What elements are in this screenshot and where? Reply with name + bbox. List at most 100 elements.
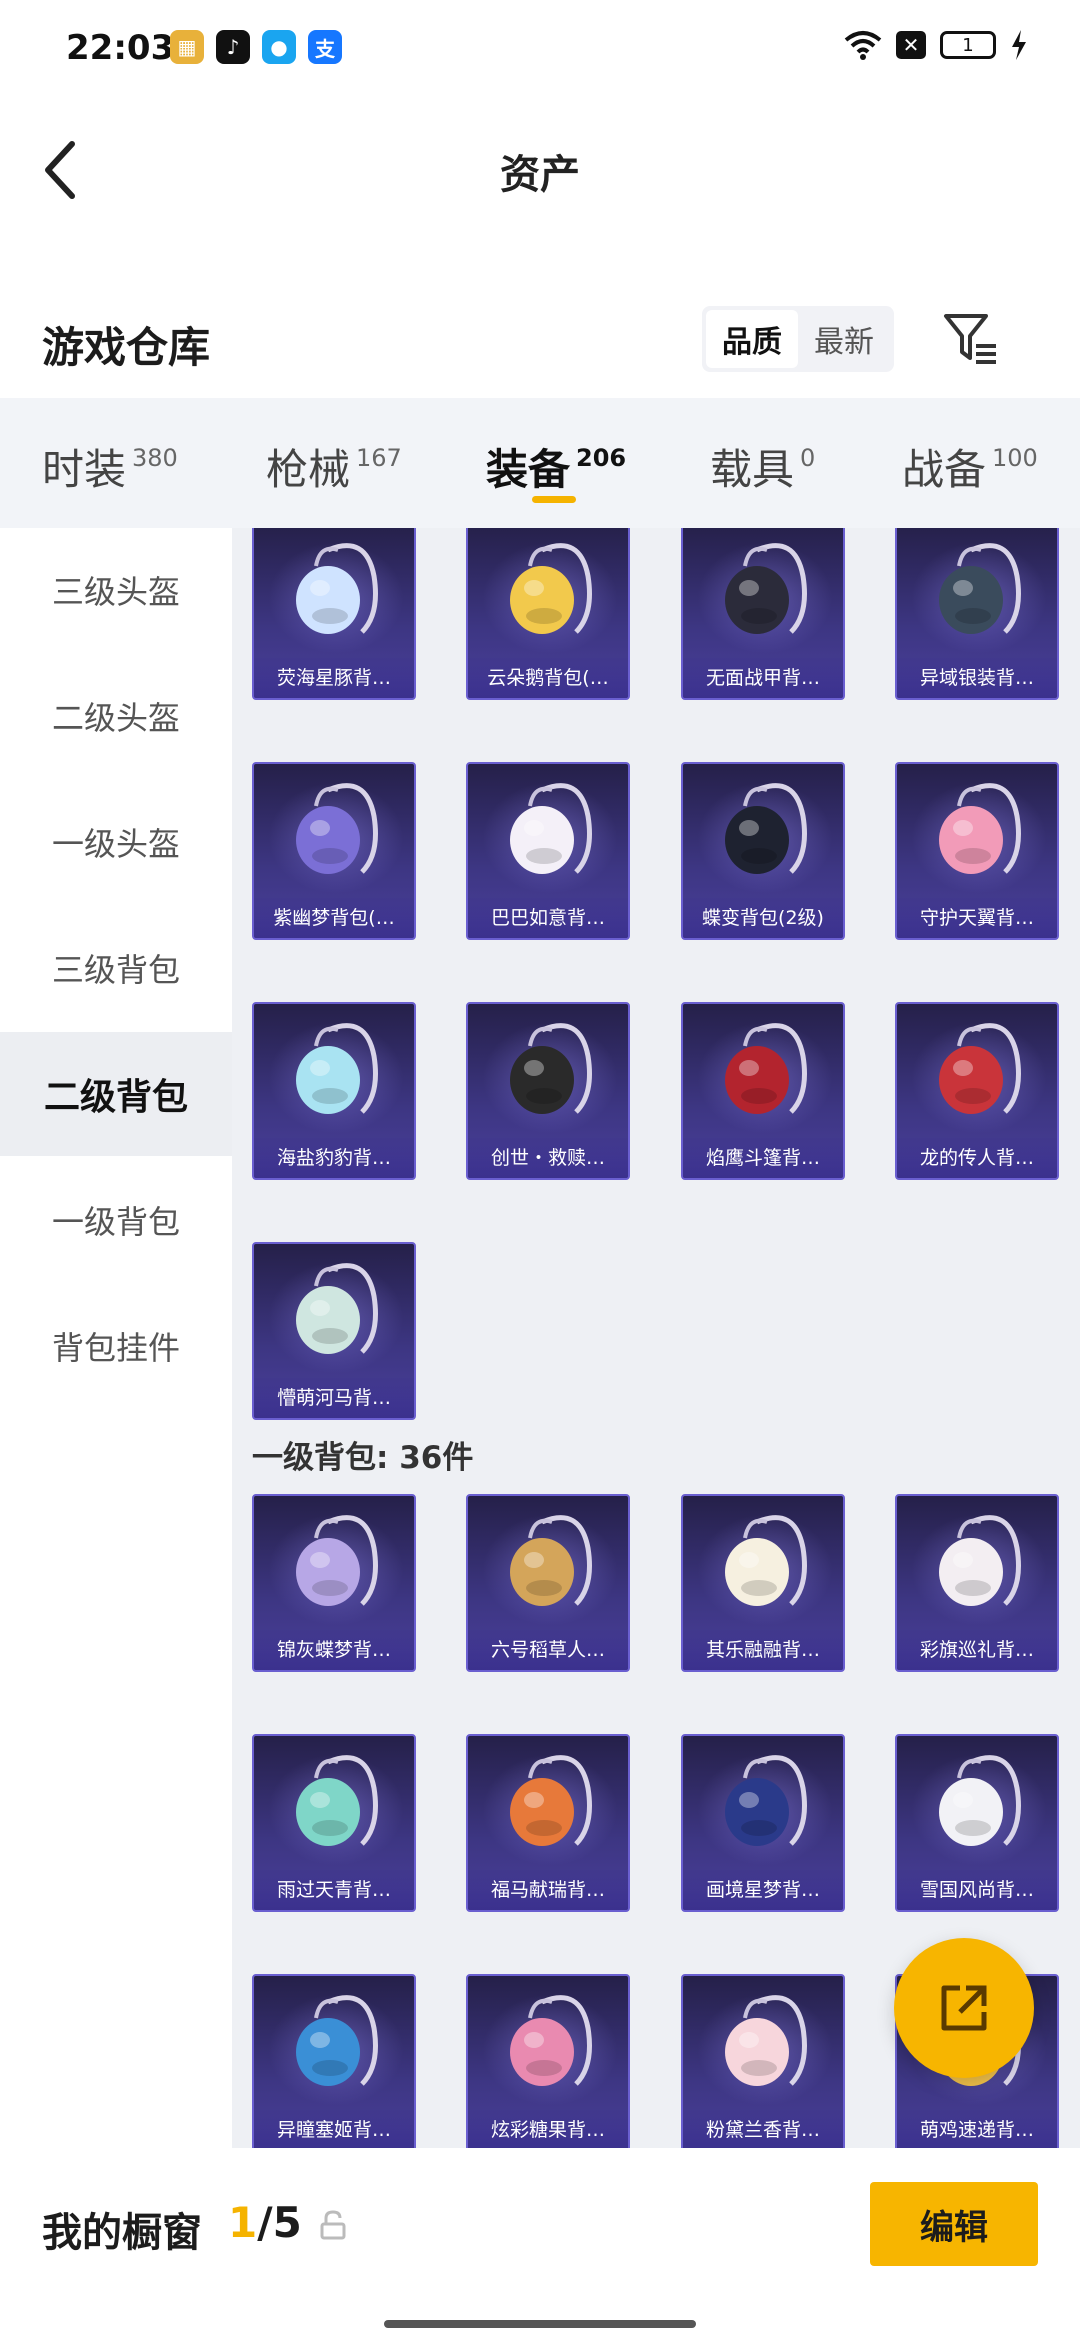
showcase-bar: 我的橱窗 1/5 编辑 [0,2148,1080,2340]
item-card[interactable]: 无面战甲背… [681,528,845,700]
item-name: 六号稻草人… [468,1630,628,1670]
tab-supplies[interactable]: 战备 100 [902,436,1038,497]
item-card[interactable]: 彩旗巡礼背… [895,1494,1059,1672]
tab-label: 枪械 [266,445,351,494]
wifi-icon [844,31,882,60]
item-name: 守护天翼背… [897,898,1057,938]
page-title: 资产 [500,152,580,198]
item-name: 彩旗巡礼背… [897,1630,1057,1670]
item-card[interactable]: 雪国风尚背… [895,1734,1059,1912]
system-icons: ✕ 1 [844,30,1028,60]
sidebar-item-backpack-3[interactable]: 三级背包 [0,906,232,1030]
item-card[interactable]: 海盐豹豹背… [252,1002,416,1180]
item-card[interactable]: 蝶变背包(2级) [681,762,845,940]
item-name: 云朵鹅背包(… [468,658,628,698]
backpack-icon [939,543,1021,634]
item-name: 无面战甲背… [683,658,843,698]
item-card[interactable]: 龙的传人背… [895,1002,1059,1180]
backpack-icon [296,543,378,634]
item-card[interactable]: 粉黛兰香背… [681,1974,845,2148]
tab-label: 装备 [486,445,571,494]
item-card[interactable]: 其乐融融背… [681,1494,845,1672]
active-tab-indicator [532,496,576,503]
subcategory-sidebar: 三级头盔 二级头盔 一级头盔 三级背包 二级背包 一级背包 背包挂件 [0,528,232,2148]
item-card[interactable]: 异域银装背… [895,528,1059,700]
tab-vehicles[interactable]: 载具 0 [710,436,815,497]
item-name: 萌鸡速递背… [897,2110,1057,2148]
notification-icons: ▦ ♪ ● 支 [170,30,342,64]
backpack-icon [296,1755,378,1846]
backpack-icon [510,1755,592,1846]
alipay-icon: 支 [308,30,342,64]
showcase-count: 1/5 [228,2198,302,2247]
backpack-icon [510,1023,592,1114]
backpack-icon [725,543,807,634]
category-tabs: 时装 380 枪械 167 装备 206 载具 0 战备 100 [0,398,1080,528]
backpack-icon [296,783,378,874]
item-card[interactable]: 守护天翼背… [895,762,1059,940]
backpack-icon [510,1515,592,1606]
share-button[interactable] [894,1938,1034,2078]
backpack-icon [510,1995,592,2086]
sort-quality-button[interactable]: 品质 [706,310,798,368]
item-card[interactable]: 懵萌河马背… [252,1242,416,1420]
backpack-icon [939,783,1021,874]
item-name: 紫幽梦背包(… [254,898,414,938]
showcase-current: 1 [228,2198,258,2247]
lock-icon [320,2210,346,2240]
item-name: 荧海星豚背… [254,658,414,698]
tab-fashion[interactable]: 时装 380 [42,436,178,497]
backpack-icon [510,783,592,874]
backpack-icon [296,1515,378,1606]
item-name: 异瞳塞姬背… [254,2110,414,2148]
item-name: 锦灰蝶梦背… [254,1630,414,1670]
item-card[interactable]: 荧海星豚背… [252,528,416,700]
item-card[interactable]: 焰鹰斗篷背… [681,1002,845,1180]
showcase-label: 我的橱窗 [42,2210,202,2256]
backpack-icon [510,543,592,634]
item-name: 福马献瑞背… [468,1870,628,1910]
filter-icon[interactable] [942,310,998,366]
item-name: 雨过天青背… [254,1870,414,1910]
backpack-icon [296,1263,378,1354]
status-time: 22:03 [66,28,175,68]
item-name: 巴巴如意背… [468,898,628,938]
sidebar-item-helmet-2[interactable]: 二级头盔 [0,654,232,778]
tab-equipment[interactable]: 装备 206 [486,436,626,497]
item-card[interactable]: 福马献瑞背… [466,1734,630,1912]
sort-latest-button[interactable]: 最新 [798,310,890,368]
warehouse-title: 游戏仓库 [42,323,211,372]
item-card[interactable]: 雨过天青背… [252,1734,416,1912]
item-card[interactable]: 创世・救赎… [466,1002,630,1180]
edit-button[interactable]: 编辑 [870,2182,1038,2266]
game-app-icon: ▦ [170,30,204,64]
showcase-total: /5 [257,2198,302,2247]
item-card[interactable]: 画境星梦背… [681,1734,845,1912]
sidebar-item-backpack-2[interactable]: 二级背包 [0,1032,232,1156]
home-indicator [384,2320,696,2328]
item-card[interactable]: 炫彩糖果背… [466,1974,630,2148]
tab-count: 380 [132,444,178,472]
item-card[interactable]: 云朵鹅背包(… [466,528,630,700]
section-title-level1: 一级背包: 36件 [252,1440,474,1476]
item-card[interactable]: 紫幽梦背包(… [252,762,416,940]
battery-icon: 1 [940,31,996,59]
sidebar-item-backpack-1[interactable]: 一级背包 [0,1158,232,1282]
battery-level: 1 [962,34,974,56]
backpack-icon [725,783,807,874]
item-name: 海盐豹豹背… [254,1138,414,1178]
backpack-icon [939,1023,1021,1114]
sidebar-item-helmet-3[interactable]: 三级头盔 [0,528,232,652]
sidebar-item-helmet-1[interactable]: 一级头盔 [0,780,232,904]
backpack-icon [296,1023,378,1114]
item-name: 蝶变背包(2级) [683,898,843,938]
tab-count: 0 [800,444,816,472]
item-card[interactable]: 锦灰蝶梦背… [252,1494,416,1672]
item-card[interactable]: 异瞳塞姬背… [252,1974,416,2148]
tab-weapons[interactable]: 枪械 167 [266,436,402,497]
item-card[interactable]: 巴巴如意背… [466,762,630,940]
item-card[interactable]: 六号稻草人… [466,1494,630,1672]
sim-off-icon: ✕ [896,31,926,59]
item-name: 画境星梦背… [683,1870,843,1910]
sidebar-item-backpack-charm[interactable]: 背包挂件 [0,1284,232,1408]
